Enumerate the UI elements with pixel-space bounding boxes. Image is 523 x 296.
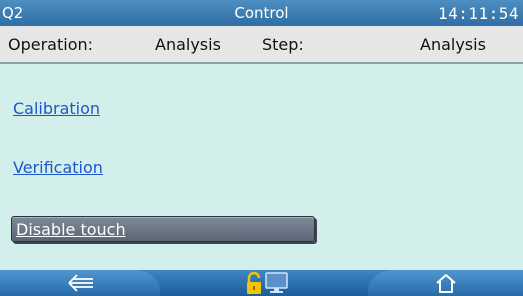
bottom-nav-bar bbox=[0, 270, 523, 296]
calibration-link[interactable]: Calibration bbox=[13, 99, 100, 118]
verification-link[interactable]: Verification bbox=[13, 158, 103, 177]
title-bar: Q2 Control 14:11:54 bbox=[0, 0, 523, 26]
lock-open-icon[interactable] bbox=[245, 271, 265, 295]
step-label: Step: bbox=[262, 35, 304, 54]
back-arrow-icon[interactable] bbox=[66, 271, 96, 295]
home-icon[interactable] bbox=[433, 271, 459, 295]
disable-touch-button[interactable]: Disable touch bbox=[11, 216, 315, 242]
status-row: Operation: Analysis Step: Analysis bbox=[0, 26, 523, 62]
operation-label: Operation: bbox=[8, 35, 94, 54]
clock: 14:11:54 bbox=[437, 4, 519, 23]
step-value: Analysis bbox=[420, 35, 486, 54]
operation-value: Analysis bbox=[155, 35, 221, 54]
monitor-icon[interactable] bbox=[264, 271, 290, 295]
divider bbox=[0, 62, 523, 64]
